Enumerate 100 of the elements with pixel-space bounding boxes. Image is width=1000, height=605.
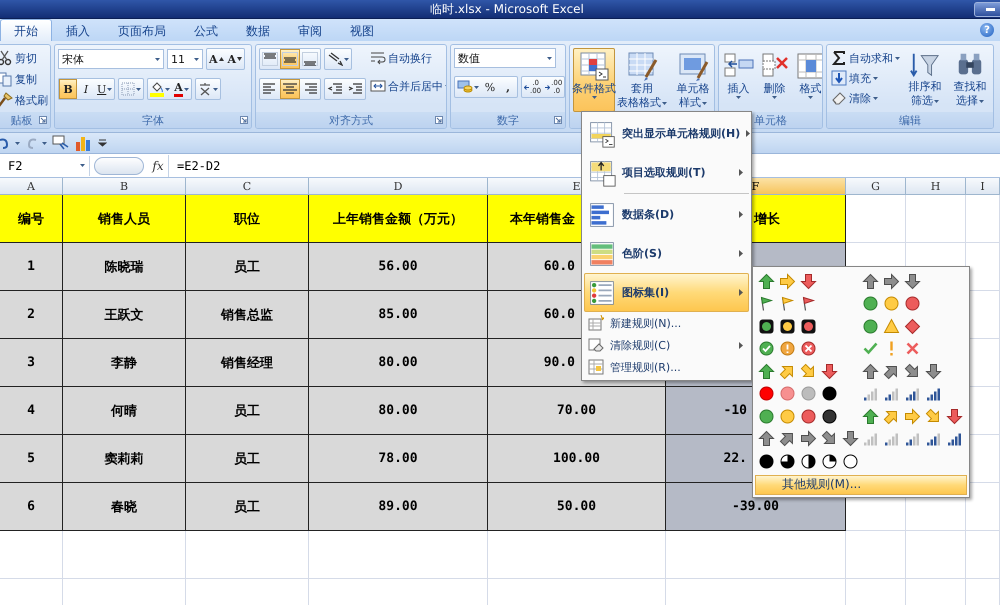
column-header[interactable]: H [906, 178, 966, 194]
ribbon-tab[interactable]: 开始 [0, 19, 52, 41]
icon-set-option[interactable] [758, 408, 838, 425]
scissors-icon [0, 50, 13, 66]
insert-button[interactable]: 插入 [722, 48, 755, 112]
icon-set-option[interactable] [758, 318, 817, 335]
percent-button[interactable]: % [481, 77, 499, 97]
column-header[interactable]: G [846, 178, 906, 194]
align-bottom-button[interactable] [300, 49, 320, 69]
italic-button[interactable]: I [77, 79, 95, 99]
sum-button[interactable]: 自动求和 [830, 48, 901, 68]
ribbon-tab[interactable]: 审阅 [284, 19, 336, 41]
ribbon-tab[interactable]: 公式 [180, 19, 232, 41]
undo-icon[interactable] [0, 136, 10, 150]
cell-value: 员工 [234, 450, 260, 468]
clear-button[interactable]: 清除 [830, 88, 901, 108]
more-rules-item[interactable]: 其他规则(M)... [755, 474, 967, 494]
icon-set-option[interactable] [758, 362, 838, 380]
shrink-font-button[interactable]: A [226, 49, 244, 69]
ribbon-tab[interactable]: 页面布局 [104, 19, 180, 41]
dialog-launcher-icon[interactable] [435, 116, 443, 124]
merge-center-button[interactable]: 合并后居中 [369, 76, 446, 96]
column-header[interactable]: C [186, 178, 309, 194]
cell-value: 22. [724, 451, 747, 466]
icon-set-option[interactable] [758, 340, 817, 358]
ribbon-tab[interactable]: 视图 [336, 19, 388, 41]
ribbon-tab[interactable]: 插入 [52, 19, 104, 41]
menu-item[interactable]: 清除规则(C) [584, 334, 749, 356]
icon-set-option[interactable] [862, 408, 963, 425]
format-button[interactable]: 格式 [794, 48, 822, 112]
comma-button[interactable]: , [499, 77, 517, 97]
sort-filter-button[interactable]: 排序和 筛选 [904, 48, 946, 112]
column-title: 销售人员 [98, 210, 150, 228]
customize-toolbar-icon[interactable] [98, 139, 107, 147]
submenu-arrow-icon [739, 250, 743, 257]
icon-set-option[interactable] [862, 318, 921, 335]
icon-set-option[interactable] [758, 295, 817, 312]
name-box[interactable]: F2 [0, 156, 90, 176]
column-title: 编号 [18, 210, 44, 228]
cell-value: 90.0 [544, 355, 575, 370]
icon-set-option[interactable] [758, 272, 817, 290]
format-as-table-button[interactable]: 套用 表格格式 [618, 48, 666, 112]
caret-icon [736, 96, 741, 99]
icon-set-option[interactable] [862, 362, 942, 380]
painter-button[interactable]: 格式刷 [0, 90, 49, 110]
paint-bucket-icon [150, 81, 164, 97]
align-center-button[interactable] [280, 79, 300, 99]
menu-item[interactable]: 新建规则(N)... [584, 312, 749, 334]
cell-value: 李静 [111, 354, 137, 372]
cell-styles-button[interactable]: 单元格 样式 [669, 48, 714, 112]
highlight-rules-icon [588, 120, 616, 148]
number-format-dropdown[interactable]: 数值 [454, 48, 556, 68]
column-header[interactable]: A [0, 178, 63, 194]
caret-icon [42, 142, 47, 144]
menu-item[interactable]: 数据条(D) [584, 195, 749, 234]
menu-item[interactable]: 图标集(I) [584, 273, 749, 312]
group-label: 数字 [497, 112, 519, 128]
icon-set-option[interactable] [758, 452, 859, 470]
up-triangle-icon [218, 57, 224, 61]
font-color-button[interactable]: A [172, 79, 191, 99]
align-middle-button[interactable] [280, 49, 300, 69]
dialog-launcher-icon[interactable] [39, 116, 47, 124]
icon-set-option[interactable] [862, 295, 921, 312]
find-select-button[interactable]: 查找和 选择 [949, 48, 991, 112]
minimize-button[interactable] [974, 2, 1000, 16]
insert-function-button[interactable]: fx [148, 158, 168, 172]
column-header[interactable]: B [63, 178, 186, 194]
caret-icon [107, 88, 112, 90]
conditional-format-icon [578, 50, 610, 82]
ribbon-tab[interactable]: 数据 [232, 19, 284, 41]
align-top-button[interactable] [260, 49, 280, 69]
fill-button[interactable]: 填充 [830, 68, 901, 88]
bold-button[interactable]: B [59, 79, 77, 99]
copy-button[interactable]: 复制 [0, 69, 49, 89]
underline-button[interactable]: U [95, 79, 114, 99]
dialog-launcher-icon[interactable] [240, 116, 248, 124]
column-header[interactable]: I [966, 178, 1000, 194]
icon-set-option[interactable] [758, 430, 859, 448]
wrap-text-button[interactable]: 自动换行 [369, 48, 446, 68]
icon-set-option[interactable] [862, 272, 921, 290]
column-header[interactable]: D [309, 178, 488, 194]
caret-icon [662, 102, 667, 104]
icon-set-option[interactable] [758, 385, 838, 402]
chart-icon[interactable] [75, 134, 93, 152]
group-label: 编辑 [899, 112, 921, 128]
menu-item[interactable]: 突出显示单元格规则(H) [584, 114, 749, 153]
menu-item[interactable]: 管理规则(R)... [584, 356, 749, 378]
font-size-dropdown[interactable]: 11 [167, 49, 203, 69]
cell-value: 85.00 [378, 307, 418, 322]
cell-value: 100.00 [553, 451, 600, 466]
cut-button[interactable]: 剪切 [0, 48, 49, 68]
menu-item[interactable]: 色阶(S) [584, 234, 749, 273]
delete-button[interactable]: 删除 [758, 48, 791, 112]
grow-font-button[interactable]: A [207, 49, 226, 69]
dialog-launcher-icon[interactable] [554, 116, 562, 124]
fill-down-icon [831, 70, 847, 86]
font-name-dropdown[interactable]: 宋体 [58, 49, 164, 69]
print-preview-icon[interactable] [52, 135, 70, 151]
caret-icon [155, 58, 160, 60]
window-title: 临时.xlsx - Microsoft Excel [429, 0, 585, 18]
